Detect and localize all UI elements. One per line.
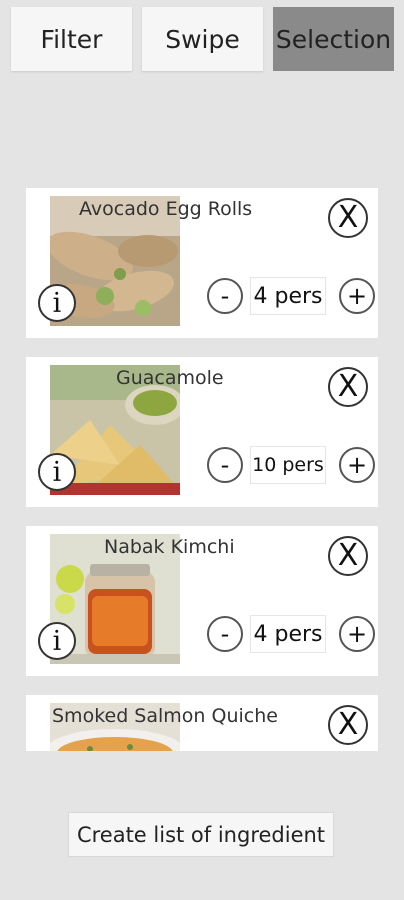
increase-servings-button[interactable]: + (339, 616, 375, 652)
servings-field[interactable]: 4 pers (250, 277, 326, 315)
info-button[interactable]: i (38, 284, 76, 322)
remove-recipe-button[interactable]: X (328, 705, 368, 745)
info-button[interactable]: i (38, 622, 76, 660)
servings-field[interactable]: 4 pers (250, 615, 326, 653)
decrease-servings-button[interactable]: - (207, 616, 243, 652)
recipe-card: Smoked Salmon Quiche X (26, 695, 378, 751)
info-button[interactable]: i (38, 453, 76, 491)
tab-selection[interactable]: Selection (273, 7, 394, 71)
create-ingredient-list-button[interactable]: Create list of ingredient (68, 812, 334, 857)
decrease-servings-button[interactable]: - (207, 278, 243, 314)
recipe-title: Nabak Kimchi (104, 536, 235, 558)
increase-servings-button[interactable]: + (339, 447, 375, 483)
recipe-title: Avocado Egg Rolls (79, 198, 253, 220)
remove-recipe-button[interactable]: X (328, 198, 368, 238)
recipe-title: Smoked Salmon Quiche (52, 705, 278, 727)
remove-recipe-button[interactable]: X (328, 367, 368, 407)
recipe-card: Guacamole i X - 10 pers + (26, 357, 378, 507)
decrease-servings-button[interactable]: - (207, 447, 243, 483)
servings-field[interactable]: 10 pers (250, 446, 326, 484)
recipe-title: Guacamole (116, 367, 224, 389)
tab-swipe[interactable]: Swipe (142, 7, 263, 71)
increase-servings-button[interactable]: + (339, 278, 375, 314)
tab-filter[interactable]: Filter (11, 7, 132, 71)
remove-recipe-button[interactable]: X (328, 536, 368, 576)
recipe-card: Nabak Kimchi i X - 4 pers + (26, 526, 378, 676)
recipe-card: Avocado Egg Rolls i X - 4 pers + (26, 188, 378, 338)
